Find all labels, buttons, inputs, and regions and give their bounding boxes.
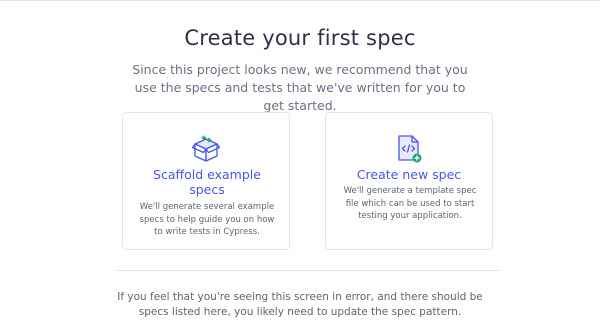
create-card-title: Create new spec bbox=[356, 167, 462, 182]
divider bbox=[116, 270, 502, 271]
code-file-add-icon bbox=[398, 135, 422, 163]
spec-pattern-help-text: If you feel that you're seeing this scre… bbox=[117, 291, 483, 318]
scaffold-card-title: Scaffold example specs bbox=[153, 167, 261, 197]
scaffold-card-description: We'll generate several example specs to … bbox=[139, 202, 275, 237]
page-title: Create your first spec bbox=[184, 26, 416, 50]
create-card-description: We'll generate a template spec file whic… bbox=[343, 186, 477, 221]
scaffold-example-specs-card[interactable]: Scaffold example specs We'll generate se… bbox=[122, 112, 290, 250]
page: Create your first spec Since this projec… bbox=[0, 0, 600, 329]
top-border bbox=[0, 0, 600, 1]
page-subtitle: Since this project looks new, we recomme… bbox=[132, 62, 468, 113]
box-wand-icon bbox=[191, 135, 221, 162]
create-new-spec-card[interactable]: Create new spec We'll generate a templat… bbox=[325, 112, 493, 250]
